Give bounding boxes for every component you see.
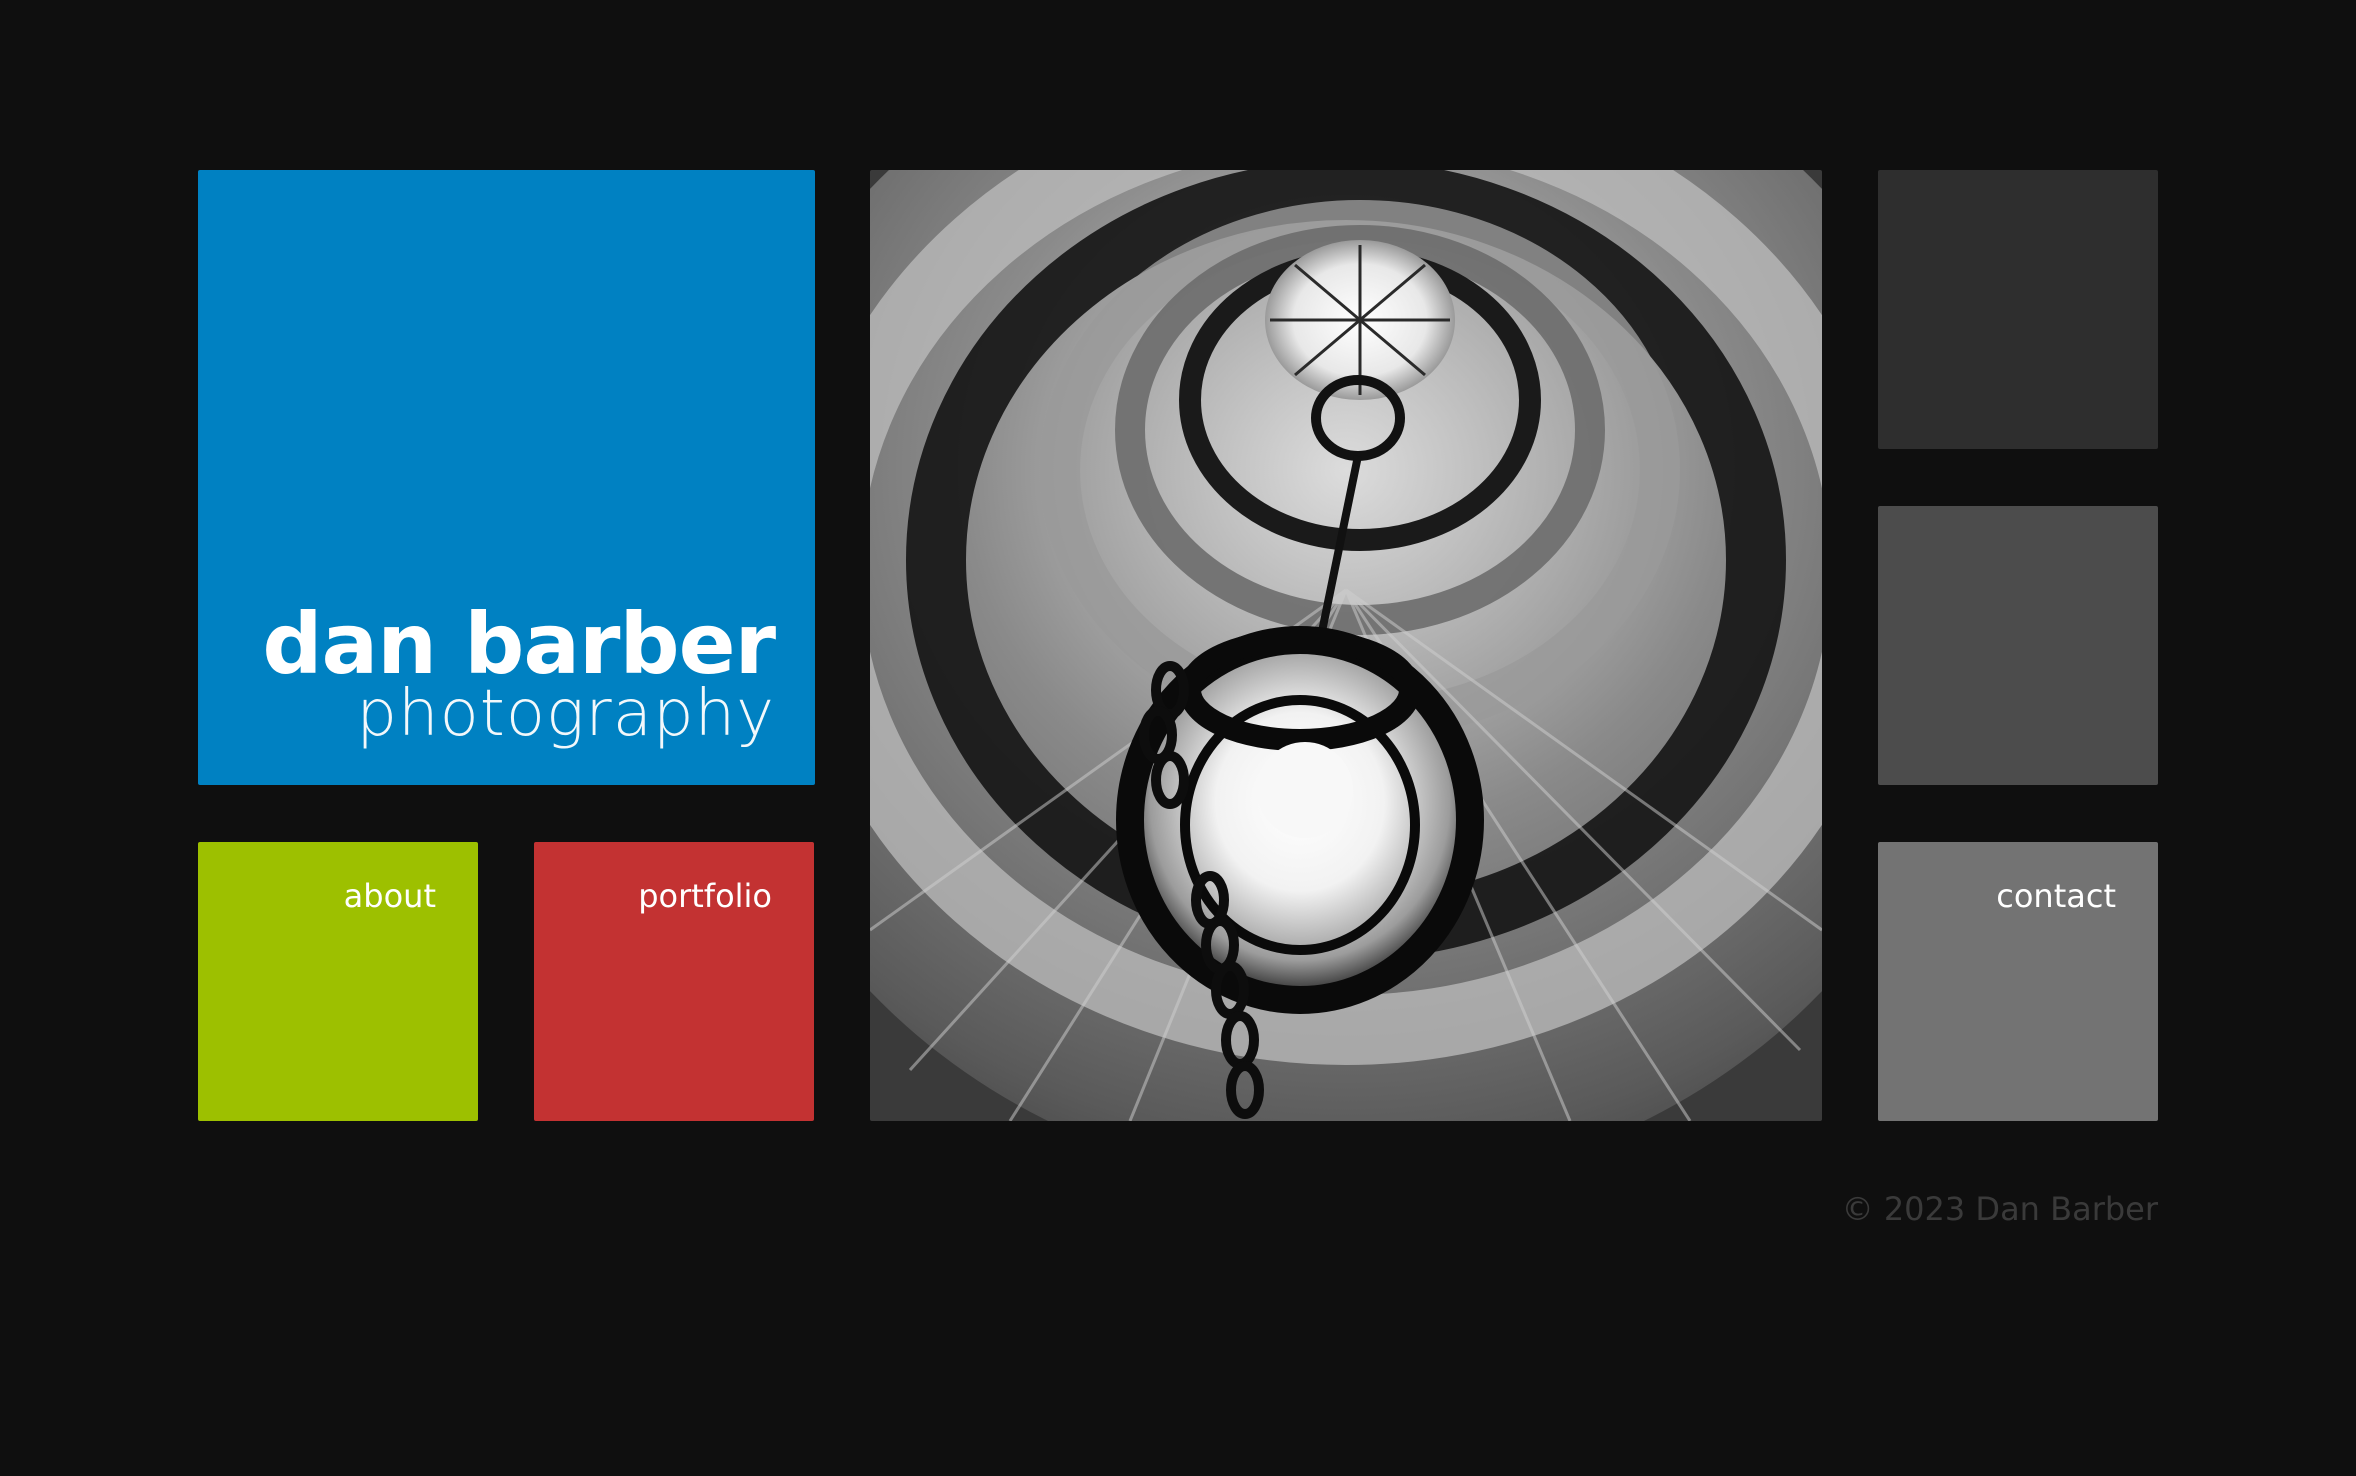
nav-tile-about[interactable]: about [198, 842, 478, 1121]
gray-tile-top [1878, 170, 2158, 449]
nav-label-contact: contact [1996, 877, 2116, 915]
nav-label-portfolio: portfolio [638, 877, 772, 915]
nav-tile-contact[interactable]: contact [1878, 842, 2158, 1121]
copyright-text: © 2023 Dan Barber [1841, 1190, 2158, 1228]
logo-tile[interactable]: dan barber photography [198, 170, 815, 785]
brand-subtitle: photography [356, 677, 775, 751]
featured-photo [870, 170, 1822, 1121]
nav-label-about: about [343, 877, 436, 915]
gray-tile-middle [1878, 506, 2158, 785]
brand-name: dan barber [262, 595, 776, 693]
spiral-staircase-image [870, 170, 1822, 1121]
nav-tile-portfolio[interactable]: portfolio [534, 842, 814, 1121]
